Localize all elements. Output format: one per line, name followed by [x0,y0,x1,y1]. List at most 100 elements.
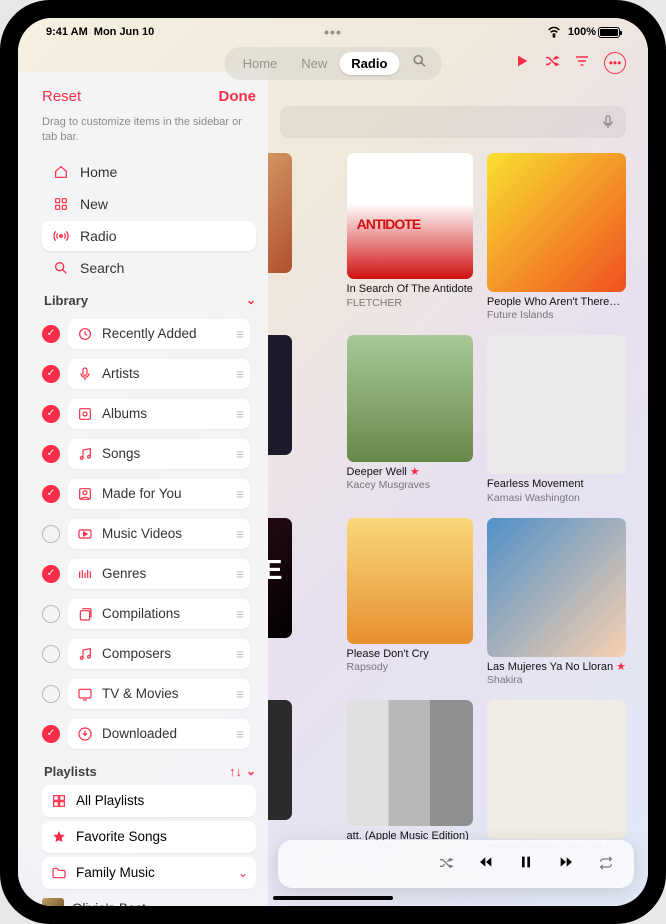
more-icon[interactable]: ••• [604,52,626,74]
note-icon [76,446,94,462]
mic-icon[interactable] [600,114,616,130]
album-title: In Search Of The Antidote [347,283,473,296]
sidebar-item-search[interactable]: Search [42,253,256,283]
album-cell[interactable]: Chopin: Études, Op. 10 &… Yunchan Lim [487,700,626,848]
library-item-genre[interactable]: ✓ Genres ≡ [42,554,256,594]
checkbox-icon[interactable]: ✓ [42,405,60,423]
library-item-label: Composers [102,646,171,661]
sort-icon[interactable]: ↑↓ [229,764,242,779]
album-art[interactable]: ANTIDOTE [347,153,473,279]
library-item-album[interactable]: ✓ Albums ≡ [42,394,256,434]
playlist-item[interactable]: Family Music⌄ [42,857,256,889]
album-art[interactable] [487,153,626,292]
wifi-icon [546,24,562,40]
playlist-item[interactable]: All Playlists [42,785,256,817]
grip-icon[interactable]: ≡ [236,726,242,742]
grip-icon[interactable]: ≡ [236,566,242,582]
checkbox-icon[interactable] [42,685,60,703]
album-artist: Kacey Musgraves [347,479,473,491]
checkbox-icon[interactable] [42,605,60,623]
filter-icon[interactable] [574,53,590,73]
library-item-comp[interactable]: Compilations ≡ [42,594,256,634]
album-art[interactable] [487,518,626,657]
checkbox-icon[interactable]: ✓ [42,325,60,343]
grip-icon[interactable]: ≡ [236,486,242,502]
album-art[interactable] [347,335,473,461]
album-cell[interactable]: People Who Aren't There… Future Islands [487,153,626,321]
grip-icon[interactable]: ≡ [236,406,242,422]
checkbox-icon[interactable] [42,525,60,543]
playlist-item[interactable]: Olivia's Best [42,893,256,906]
library-item-tv[interactable]: TV & Movies ≡ [42,674,256,714]
home-indicator[interactable] [273,896,393,900]
album-artist: Future Islands [487,309,626,321]
player-repeat-button[interactable] [598,855,614,874]
library-item-download[interactable]: ✓ Downloaded ≡ [42,714,256,754]
player-next-button[interactable] [558,854,574,875]
done-button[interactable]: Done [219,88,257,105]
album-cell[interactable]: Fearless Movement Kamasi Washington [487,335,626,503]
sidebar-item-new[interactable]: New [42,189,256,219]
library-header[interactable]: Library⌄ [44,293,256,308]
multitask-dots[interactable]: ••• [324,24,342,40]
grip-icon[interactable]: ≡ [236,526,242,542]
player-pause-button[interactable] [518,854,534,875]
playlists-header[interactable]: Playlists↑↓⌄ [44,764,256,779]
star-icon [50,829,68,845]
playlist-thumb [42,898,64,906]
album-cell[interactable]: THIS IS ME NOW [268,335,292,503]
album-cell[interactable]: ANTIDOTE In Search Of The Antidote FLETC… [347,153,473,321]
checkbox-icon[interactable]: ✓ [42,565,60,583]
library-item-label: Albums [102,406,147,421]
player-prev-button[interactable] [478,854,494,875]
grip-icon[interactable]: ≡ [236,646,242,662]
library-item-person[interactable]: ✓ Made for You ≡ [42,474,256,514]
album-art[interactable] [347,518,473,644]
sidebar-item-radio[interactable]: Radio [42,221,256,251]
album-art[interactable] [347,700,473,826]
library-item-clock[interactable]: ✓ Recently Added ≡ [42,314,256,354]
grip-icon[interactable]: ≡ [236,686,242,702]
album-artist: Shakira [487,674,626,686]
album-cell[interactable]: Las Mujeres Ya No Lloran ★ Shakira [487,518,626,686]
checkbox-icon[interactable]: ✓ [42,725,60,743]
library-item-video[interactable]: Music Videos ≡ [42,514,256,554]
tab-home[interactable]: Home [231,52,290,75]
album-cell[interactable] [268,153,292,321]
album-artist: Rapsody [347,661,473,673]
album-art[interactable] [268,700,292,820]
checkbox-icon[interactable]: ✓ [42,365,60,383]
album-art[interactable] [487,335,626,474]
search-field[interactable] [280,106,626,138]
tab-new[interactable]: New [289,52,339,75]
album-title: s and… [268,824,292,837]
search-icon[interactable] [403,49,435,78]
album-cell[interactable]: Deeper Well ★ Kacey Musgraves [347,335,473,503]
grip-icon[interactable]: ≡ [236,366,242,382]
shuffle-icon[interactable] [544,53,560,73]
tab-radio[interactable]: Radio [339,52,399,75]
checkbox-icon[interactable]: ✓ [42,445,60,463]
album-art[interactable] [487,700,626,839]
grip-icon[interactable]: ≡ [236,446,242,462]
library-item-mic[interactable]: ✓ Artists ≡ [42,354,256,394]
grip-icon[interactable]: ≡ [236,326,242,342]
player-shuffle-button[interactable] [438,855,454,874]
album-art[interactable]: VE [268,518,292,638]
sidebar-item-home[interactable]: Home [42,157,256,187]
album-cell[interactable]: att. (Apple Music Edition) Young Miko [347,700,473,848]
grid4-icon [50,793,68,809]
album-art[interactable] [268,153,292,273]
grip-icon[interactable]: ≡ [236,606,242,622]
album-art[interactable]: THIS IS ME NOW [268,335,292,455]
play-icon[interactable] [514,53,530,73]
checkbox-icon[interactable] [42,645,60,663]
album-cell[interactable]: s and… [268,700,292,848]
playlist-item[interactable]: Favorite Songs [42,821,256,853]
library-item-composer[interactable]: Composers ≡ [42,634,256,674]
album-cell[interactable]: VE e: NYE 20… [268,518,292,686]
checkbox-icon[interactable]: ✓ [42,485,60,503]
album-cell[interactable]: Please Don't Cry Rapsody [347,518,473,686]
library-item-note[interactable]: ✓ Songs ≡ [42,434,256,474]
reset-button[interactable]: Reset [42,88,81,105]
